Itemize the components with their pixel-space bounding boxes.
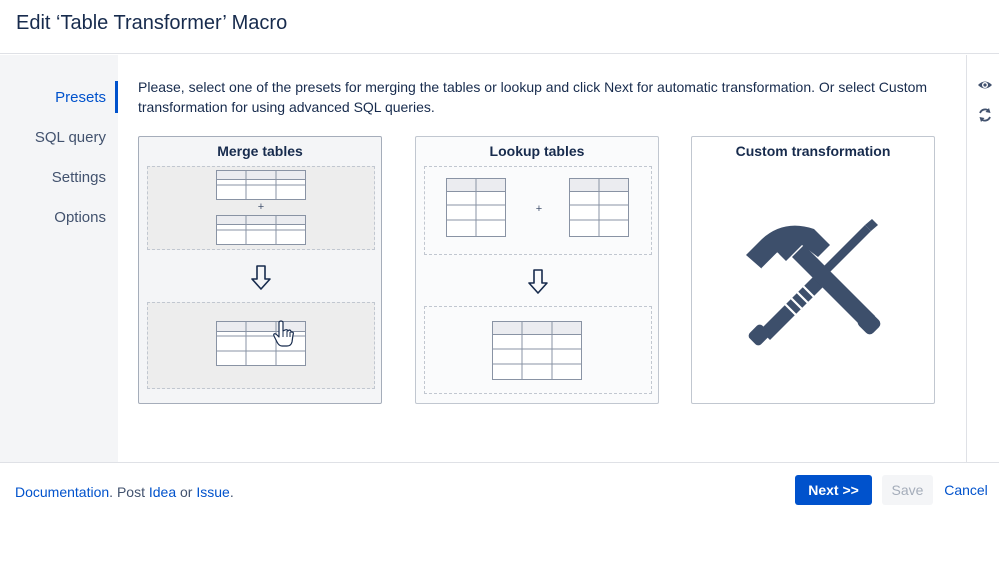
nav-item-options[interactable]: Options [54, 209, 106, 226]
arrow-down-icon [528, 269, 548, 294]
dialog-footer: Documentation. Post Idea or Issue. Next … [0, 462, 999, 569]
cancel-button[interactable]: Cancel [940, 475, 992, 505]
idea-link[interactable]: Idea [149, 484, 176, 500]
save-button[interactable]: Save [882, 475, 933, 505]
eye-icon[interactable] [977, 77, 993, 93]
next-button[interactable]: Next >> [795, 475, 872, 505]
preset-title-custom-transformation: Custom transformation [735, 143, 891, 159]
dialog-body: Presets SQL query Settings Options Pleas… [0, 55, 999, 462]
dialog-title: Edit ‘Table Transformer’ Macro [16, 12, 288, 34]
footer-text-post: . Post [109, 484, 149, 500]
lookup-result-table-graphic [492, 321, 582, 380]
presets-panel: Please, select one of the presets for me… [118, 55, 966, 462]
footer-text-or: or [176, 484, 197, 500]
merge-result-table-graphic [216, 321, 306, 366]
lookup-result-area [424, 306, 652, 394]
nav-item-sql-query[interactable]: SQL query [35, 129, 106, 146]
preset-title-lookup-tables: Lookup tables [489, 143, 585, 159]
issue-link[interactable]: Issue [196, 484, 229, 500]
lookup-inputs-area: + [424, 166, 652, 255]
side-nav: Presets SQL query Settings Options [0, 55, 118, 462]
footer-links: Documentation. Post Idea or Issue. [15, 484, 234, 500]
hammer-screwdriver-icon [746, 219, 881, 346]
nav-item-settings[interactable]: Settings [52, 169, 106, 186]
preset-card-merge-tables[interactable]: Merge tables + [138, 136, 382, 404]
lookup-plus-sign: + [535, 203, 543, 215]
merge-plus-sign: + [257, 201, 265, 213]
refresh-icon[interactable] [977, 107, 993, 123]
preset-title-merge-tables: Merge tables [217, 143, 303, 159]
nav-item-presets[interactable]: Presets [55, 89, 106, 106]
dialog-header: Edit ‘Table Transformer’ Macro [0, 0, 999, 54]
presets-intro-text: Please, select one of the presets for me… [138, 79, 928, 115]
preset-card-custom-transformation[interactable]: Custom transformation [691, 136, 935, 404]
right-rail [966, 55, 999, 462]
documentation-link[interactable]: Documentation [15, 484, 109, 500]
merge-inputs-area: + [147, 166, 375, 250]
merge-result-area [147, 302, 375, 389]
footer-text-period: . [229, 484, 234, 500]
arrow-down-icon [251, 265, 271, 290]
hand-pointer-icon [273, 320, 294, 347]
preset-card-lookup-tables[interactable]: Lookup tables + [415, 136, 659, 404]
